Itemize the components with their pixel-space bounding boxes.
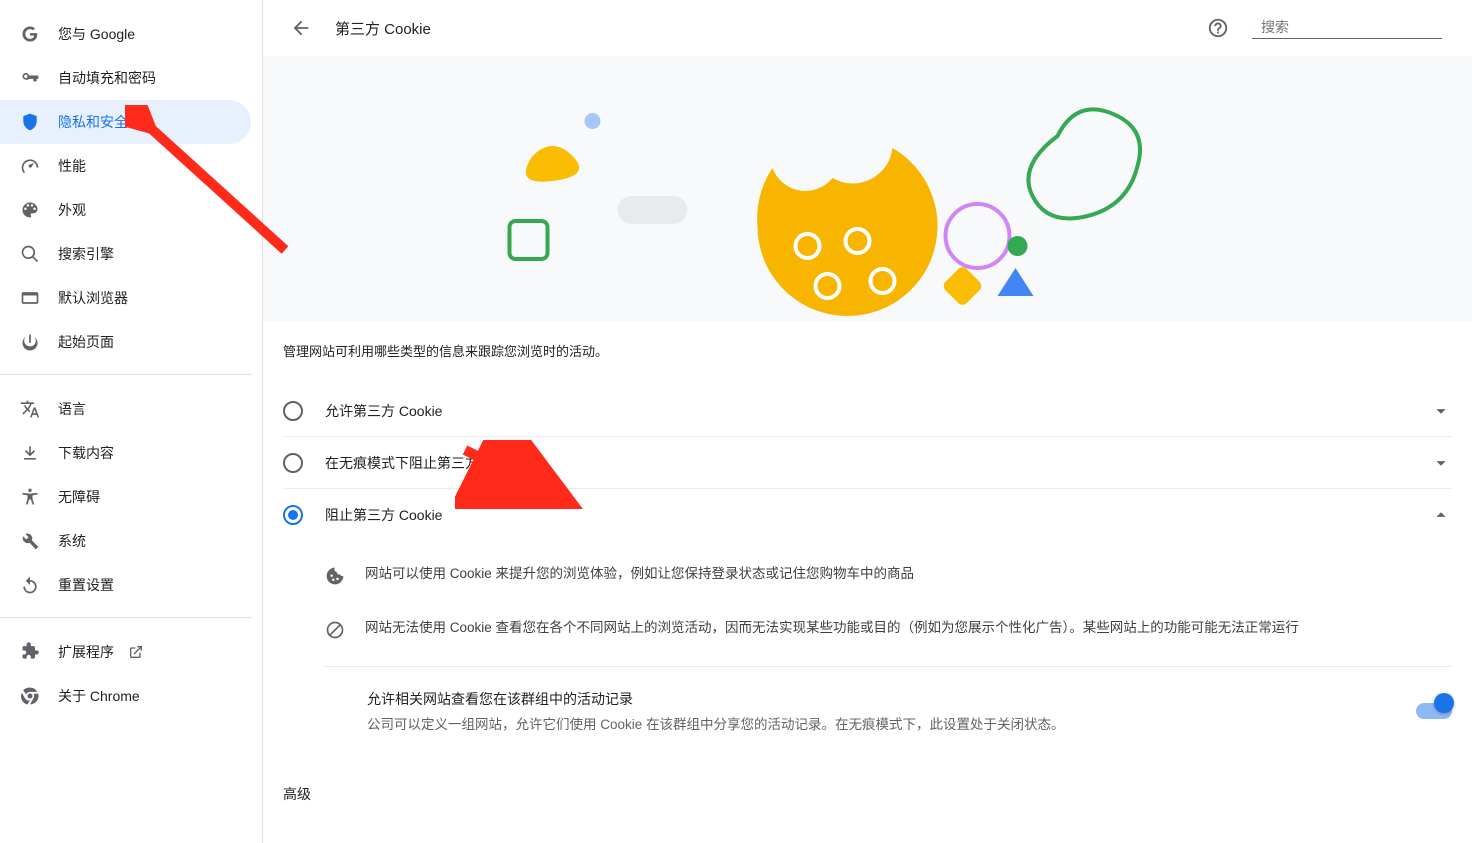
radio-option-block-incognito[interactable]: 在无痕模式下阻止第三方 Cookie bbox=[283, 436, 1452, 488]
search-input[interactable] bbox=[1261, 19, 1442, 35]
sidebar-item-you-and-google[interactable]: 您与 Google bbox=[0, 12, 251, 56]
browser-icon bbox=[20, 288, 40, 308]
sidebar-item-autofill[interactable]: 自动填充和密码 bbox=[0, 56, 251, 100]
content-inner: 管理网站可利用哪些类型的信息来跟踪您浏览时的活动。 允许第三方 Cookie 在… bbox=[263, 321, 1472, 818]
search-box[interactable] bbox=[1252, 18, 1442, 39]
sidebar-item-reset[interactable]: 重置设置 bbox=[0, 563, 251, 607]
toggle-description: 公司可以定义一组网站，允许它们使用 Cookie 在该群组中分享您的活动记录。在… bbox=[367, 715, 1396, 736]
chevron-up-icon[interactable] bbox=[1430, 504, 1452, 526]
description-text: 管理网站可利用哪些类型的信息来跟踪您浏览时的活动。 bbox=[283, 341, 1452, 360]
option-label: 在无痕模式下阻止第三方 Cookie bbox=[325, 453, 1430, 473]
sidebar-item-label: 系统 bbox=[58, 531, 86, 551]
sidebar-item-label: 重置设置 bbox=[58, 575, 114, 595]
download-icon bbox=[20, 443, 40, 463]
radio-icon bbox=[283, 453, 303, 473]
sidebar-item-on-startup[interactable]: 起始页面 bbox=[0, 320, 251, 364]
search-icon bbox=[20, 244, 40, 264]
sidebar-item-label: 搜索引擎 bbox=[58, 244, 114, 264]
translate-icon bbox=[20, 399, 40, 419]
sidebar-item-system[interactable]: 系统 bbox=[0, 519, 251, 563]
detail-row: 网站无法使用 Cookie 查看您在各个不同网站上的浏览活动，因而无法实现某些功… bbox=[325, 602, 1452, 656]
radio-icon bbox=[283, 505, 303, 525]
chevron-down-icon[interactable] bbox=[1430, 452, 1452, 474]
radio-option-allow[interactable]: 允许第三方 Cookie bbox=[283, 384, 1452, 436]
sidebar-item-accessibility[interactable]: 无障碍 bbox=[0, 475, 251, 519]
toggle-title: 允许相关网站查看您在该群组中的活动记录 bbox=[367, 689, 1396, 709]
related-sites-toggle-row: 允许相关网站查看您在该群组中的活动记录 公司可以定义一组网站，允许它们使用 Co… bbox=[325, 666, 1452, 760]
sidebar-divider bbox=[0, 617, 252, 618]
sidebar-item-label: 性能 bbox=[58, 156, 86, 176]
detail-text: 网站无法使用 Cookie 查看您在各个不同网站上的浏览活动，因而无法实现某些功… bbox=[365, 618, 1299, 639]
back-button[interactable] bbox=[283, 10, 319, 46]
sidebar-item-label: 外观 bbox=[58, 200, 86, 220]
radio-option-block-all[interactable]: 阻止第三方 Cookie bbox=[283, 488, 1452, 540]
sidebar-item-label: 扩展程序 bbox=[58, 642, 114, 662]
sidebar-divider bbox=[0, 374, 252, 375]
sidebar-item-label: 语言 bbox=[58, 399, 86, 419]
sidebar-item-label: 下载内容 bbox=[58, 443, 114, 463]
sidebar-item-default-browser[interactable]: 默认浏览器 bbox=[0, 276, 251, 320]
toggle-switch[interactable] bbox=[1416, 695, 1452, 715]
hero-illustration bbox=[263, 56, 1472, 321]
detail-row: 网站可以使用 Cookie 来提升您的浏览体验，例如让您保持登录状态或记住您购物… bbox=[325, 548, 1452, 602]
sidebar-item-performance[interactable]: 性能 bbox=[0, 144, 251, 188]
sidebar-item-label: 关于 Chrome bbox=[58, 686, 140, 706]
page-header: 第三方 Cookie bbox=[263, 0, 1472, 56]
reset-icon bbox=[20, 575, 40, 595]
extension-icon bbox=[20, 642, 40, 662]
sidebar-item-label: 默认浏览器 bbox=[58, 288, 128, 308]
page-title: 第三方 Cookie bbox=[335, 18, 1184, 39]
help-button[interactable] bbox=[1200, 10, 1236, 46]
sidebar-item-downloads[interactable]: 下载内容 bbox=[0, 431, 251, 475]
settings-main: 第三方 Cookie bbox=[262, 0, 1472, 843]
option-details: 网站可以使用 Cookie 来提升您的浏览体验，例如让您保持登录状态或记住您购物… bbox=[283, 540, 1452, 770]
sidebar-item-label: 起始页面 bbox=[58, 332, 114, 352]
advanced-section-title: 高级 bbox=[283, 770, 1452, 818]
sidebar-item-search-engine[interactable]: 搜索引擎 bbox=[0, 232, 251, 276]
speedometer-icon bbox=[20, 156, 40, 176]
sidebar-item-privacy-security[interactable]: 隐私和安全 bbox=[0, 100, 251, 144]
sidebar-item-label: 隐私和安全 bbox=[58, 112, 128, 132]
accessibility-icon bbox=[20, 487, 40, 507]
radio-icon bbox=[283, 401, 303, 421]
wrench-icon bbox=[20, 531, 40, 551]
sidebar-item-about-chrome[interactable]: 关于 Chrome bbox=[0, 674, 251, 718]
sidebar-item-appearance[interactable]: 外观 bbox=[0, 188, 251, 232]
block-icon bbox=[325, 620, 345, 640]
palette-icon bbox=[20, 200, 40, 220]
key-icon bbox=[20, 68, 40, 88]
open-in-new-icon bbox=[128, 644, 144, 660]
option-label: 允许第三方 Cookie bbox=[325, 401, 1430, 421]
chevron-down-icon[interactable] bbox=[1430, 400, 1452, 422]
power-icon bbox=[20, 332, 40, 352]
cookie-icon bbox=[325, 566, 345, 586]
sidebar-item-label: 您与 Google bbox=[58, 24, 135, 44]
option-label: 阻止第三方 Cookie bbox=[325, 505, 1430, 525]
content-scroll[interactable]: 管理网站可利用哪些类型的信息来跟踪您浏览时的活动。 允许第三方 Cookie 在… bbox=[263, 56, 1472, 843]
settings-sidebar: 您与 Google 自动填充和密码 隐私和安全 性能 外观 搜索引擎 默认浏 bbox=[0, 0, 262, 843]
shield-icon bbox=[20, 112, 40, 132]
sidebar-item-label: 自动填充和密码 bbox=[58, 68, 156, 88]
chrome-icon bbox=[20, 686, 40, 706]
sidebar-item-label: 无障碍 bbox=[58, 487, 100, 507]
detail-text: 网站可以使用 Cookie 来提升您的浏览体验，例如让您保持登录状态或记住您购物… bbox=[365, 564, 914, 585]
sidebar-item-languages[interactable]: 语言 bbox=[0, 387, 251, 431]
sidebar-item-extensions[interactable]: 扩展程序 bbox=[0, 630, 251, 674]
google-g-icon bbox=[20, 24, 40, 44]
